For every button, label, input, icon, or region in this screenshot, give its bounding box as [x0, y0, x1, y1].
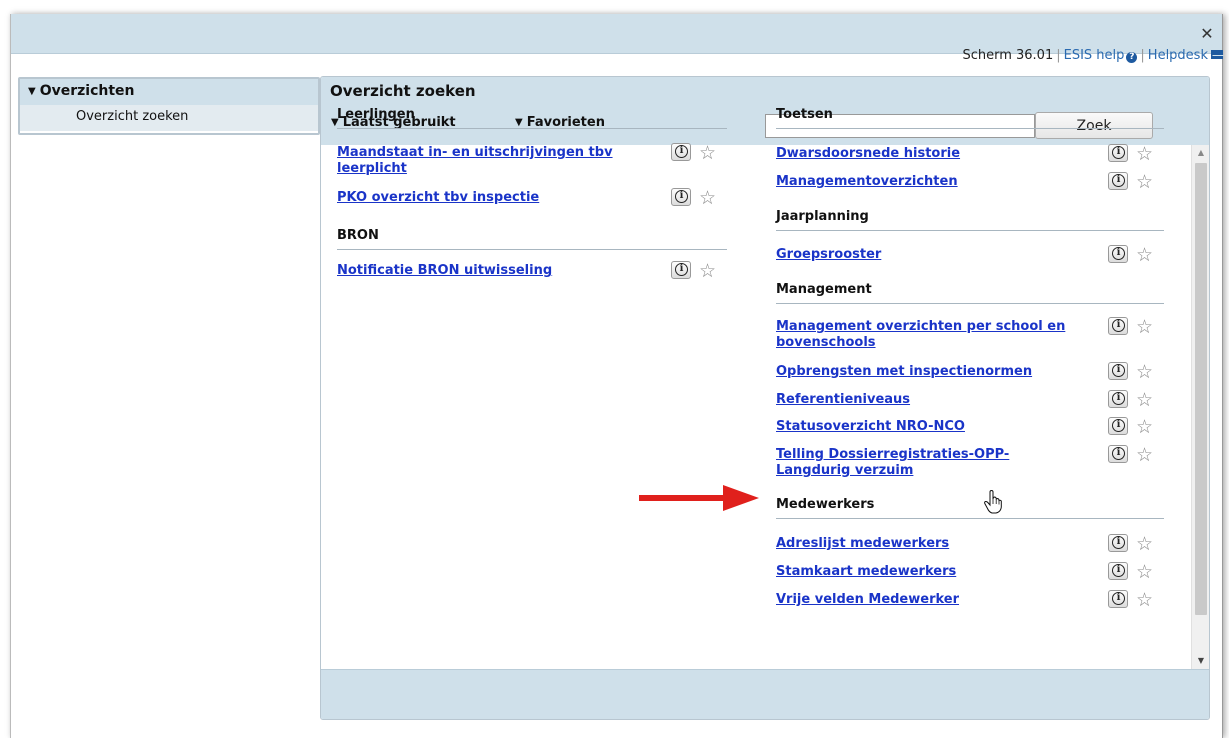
star-outline-icon[interactable]: ☆	[1136, 535, 1153, 554]
info-icon[interactable]: i	[1108, 390, 1128, 408]
close-icon[interactable]: ✕	[1200, 26, 1214, 42]
section-divider	[337, 128, 727, 129]
right-report-link[interactable]: Telling Dossierregistraties-OPP-Langduri…	[776, 447, 1078, 479]
sidebar-panel: ▼ Overzichten Overzicht zoeken	[18, 77, 320, 135]
right-report-link[interactable]: Adreslijst medewerkers	[776, 536, 1078, 552]
section-title: Jaarplanning	[776, 209, 869, 224]
star-outline-icon[interactable]: ☆	[1136, 173, 1153, 192]
info-icon[interactable]: i	[1108, 245, 1128, 263]
sidebar-item-overzicht-zoeken[interactable]: Overzicht zoeken	[20, 105, 318, 131]
info-icon[interactable]: i	[1108, 144, 1128, 162]
main-panel-footer	[321, 669, 1209, 719]
section-title: Toetsen	[776, 107, 833, 122]
page-title: Overzicht zoeken	[330, 82, 476, 100]
info-icon[interactable]: i	[1108, 317, 1128, 335]
esis-help-link[interactable]: ESIS help?	[1064, 48, 1138, 63]
sidebar-header[interactable]: ▼ Overzichten	[20, 79, 318, 105]
section-divider	[776, 128, 1164, 129]
info-icon[interactable]: i	[671, 143, 691, 161]
info-icon[interactable]: i	[1108, 590, 1128, 608]
star-outline-icon[interactable]: ☆	[1136, 563, 1153, 582]
star-outline-icon[interactable]: ☆	[1136, 391, 1153, 410]
hand-cursor-icon	[984, 490, 1002, 514]
helpdesk-link[interactable]: Helpdesk	[1148, 48, 1223, 63]
scrollbar[interactable]: ▲ ▼	[1191, 145, 1209, 669]
info-icon[interactable]: i	[1108, 534, 1128, 552]
section-divider	[776, 518, 1164, 519]
star-outline-icon[interactable]: ☆	[699, 144, 716, 163]
info-icon[interactable]: i	[671, 261, 691, 279]
section-title: Medewerkers	[776, 497, 875, 512]
scroll-down-arrow-icon[interactable]: ▼	[1192, 653, 1209, 669]
top-links: Scherm 36.01 | ESIS help? | Helpdesk	[962, 48, 1223, 63]
screen-number: Scherm 36.01	[962, 48, 1054, 63]
scroll-up-arrow-icon[interactable]: ▲	[1192, 145, 1209, 161]
info-icon[interactable]: i	[1108, 562, 1128, 580]
star-outline-icon[interactable]: ☆	[1136, 318, 1153, 337]
dropdown-triangle-icon: ▼	[515, 117, 523, 128]
info-icon[interactable]: i	[1108, 172, 1128, 190]
left-report-link[interactable]: Notificatie BRON uitwisseling	[337, 263, 641, 279]
star-outline-icon[interactable]: ☆	[1136, 446, 1153, 465]
right-report-link[interactable]: Stamkaart medewerkers	[776, 564, 1078, 580]
section-title: Management	[776, 282, 872, 297]
right-report-link[interactable]: Vrije velden Medewerker	[776, 592, 1078, 608]
left-report-link[interactable]: Maandstaat in- en uitschrijvingen tbv le…	[337, 145, 641, 177]
left-report-link[interactable]: PKO overzicht tbv inspectie	[337, 190, 641, 206]
info-icon[interactable]: i	[671, 188, 691, 206]
right-report-link[interactable]: Groepsrooster	[776, 247, 1078, 263]
red-arrow-annotation	[639, 485, 759, 511]
star-outline-icon[interactable]: ☆	[1136, 591, 1153, 610]
search-button[interactable]: Zoek	[1035, 112, 1153, 139]
section-title: BRON	[337, 228, 379, 243]
info-icon[interactable]: i	[1108, 362, 1128, 380]
right-report-link[interactable]: Managementoverzichten	[776, 174, 1078, 190]
right-report-link[interactable]: Referentieniveaus	[776, 392, 1078, 408]
main-panel-header: Overzicht zoeken ▼ Laatst gebruikt ▼ Favor…	[321, 77, 1209, 145]
sidebar-title: Overzichten	[39, 83, 135, 99]
section-divider	[776, 303, 1164, 304]
right-report-link[interactable]: Dwarsdoorsnede historie	[776, 146, 1078, 162]
star-outline-icon[interactable]: ☆	[1136, 145, 1153, 164]
help-icon: ?	[1126, 52, 1138, 63]
info-icon[interactable]: i	[1108, 445, 1128, 463]
star-outline-icon[interactable]: ☆	[699, 262, 716, 281]
star-outline-icon[interactable]: ☆	[1136, 246, 1153, 265]
main-panel: Overzicht zoeken ▼ Laatst gebruikt ▼ Favor…	[320, 76, 1210, 720]
scroll-thumb[interactable]	[1195, 163, 1207, 615]
section-divider	[337, 249, 727, 250]
star-outline-icon[interactable]: ☆	[1136, 418, 1153, 437]
collapse-triangle-icon: ▼	[28, 86, 36, 97]
section-divider	[776, 230, 1164, 231]
info-icon[interactable]: i	[1108, 417, 1128, 435]
right-report-link[interactable]: Management overzichten per school en bov…	[776, 319, 1078, 351]
section-title: Leerlingen	[337, 107, 415, 122]
right-report-link[interactable]: Opbrengsten met inspectienormen	[776, 364, 1078, 380]
mail-icon	[1211, 50, 1223, 59]
star-outline-icon[interactable]: ☆	[699, 189, 716, 208]
star-outline-icon[interactable]: ☆	[1136, 363, 1153, 382]
right-report-link[interactable]: Statusoverzicht NRO-NCO	[776, 419, 1078, 435]
